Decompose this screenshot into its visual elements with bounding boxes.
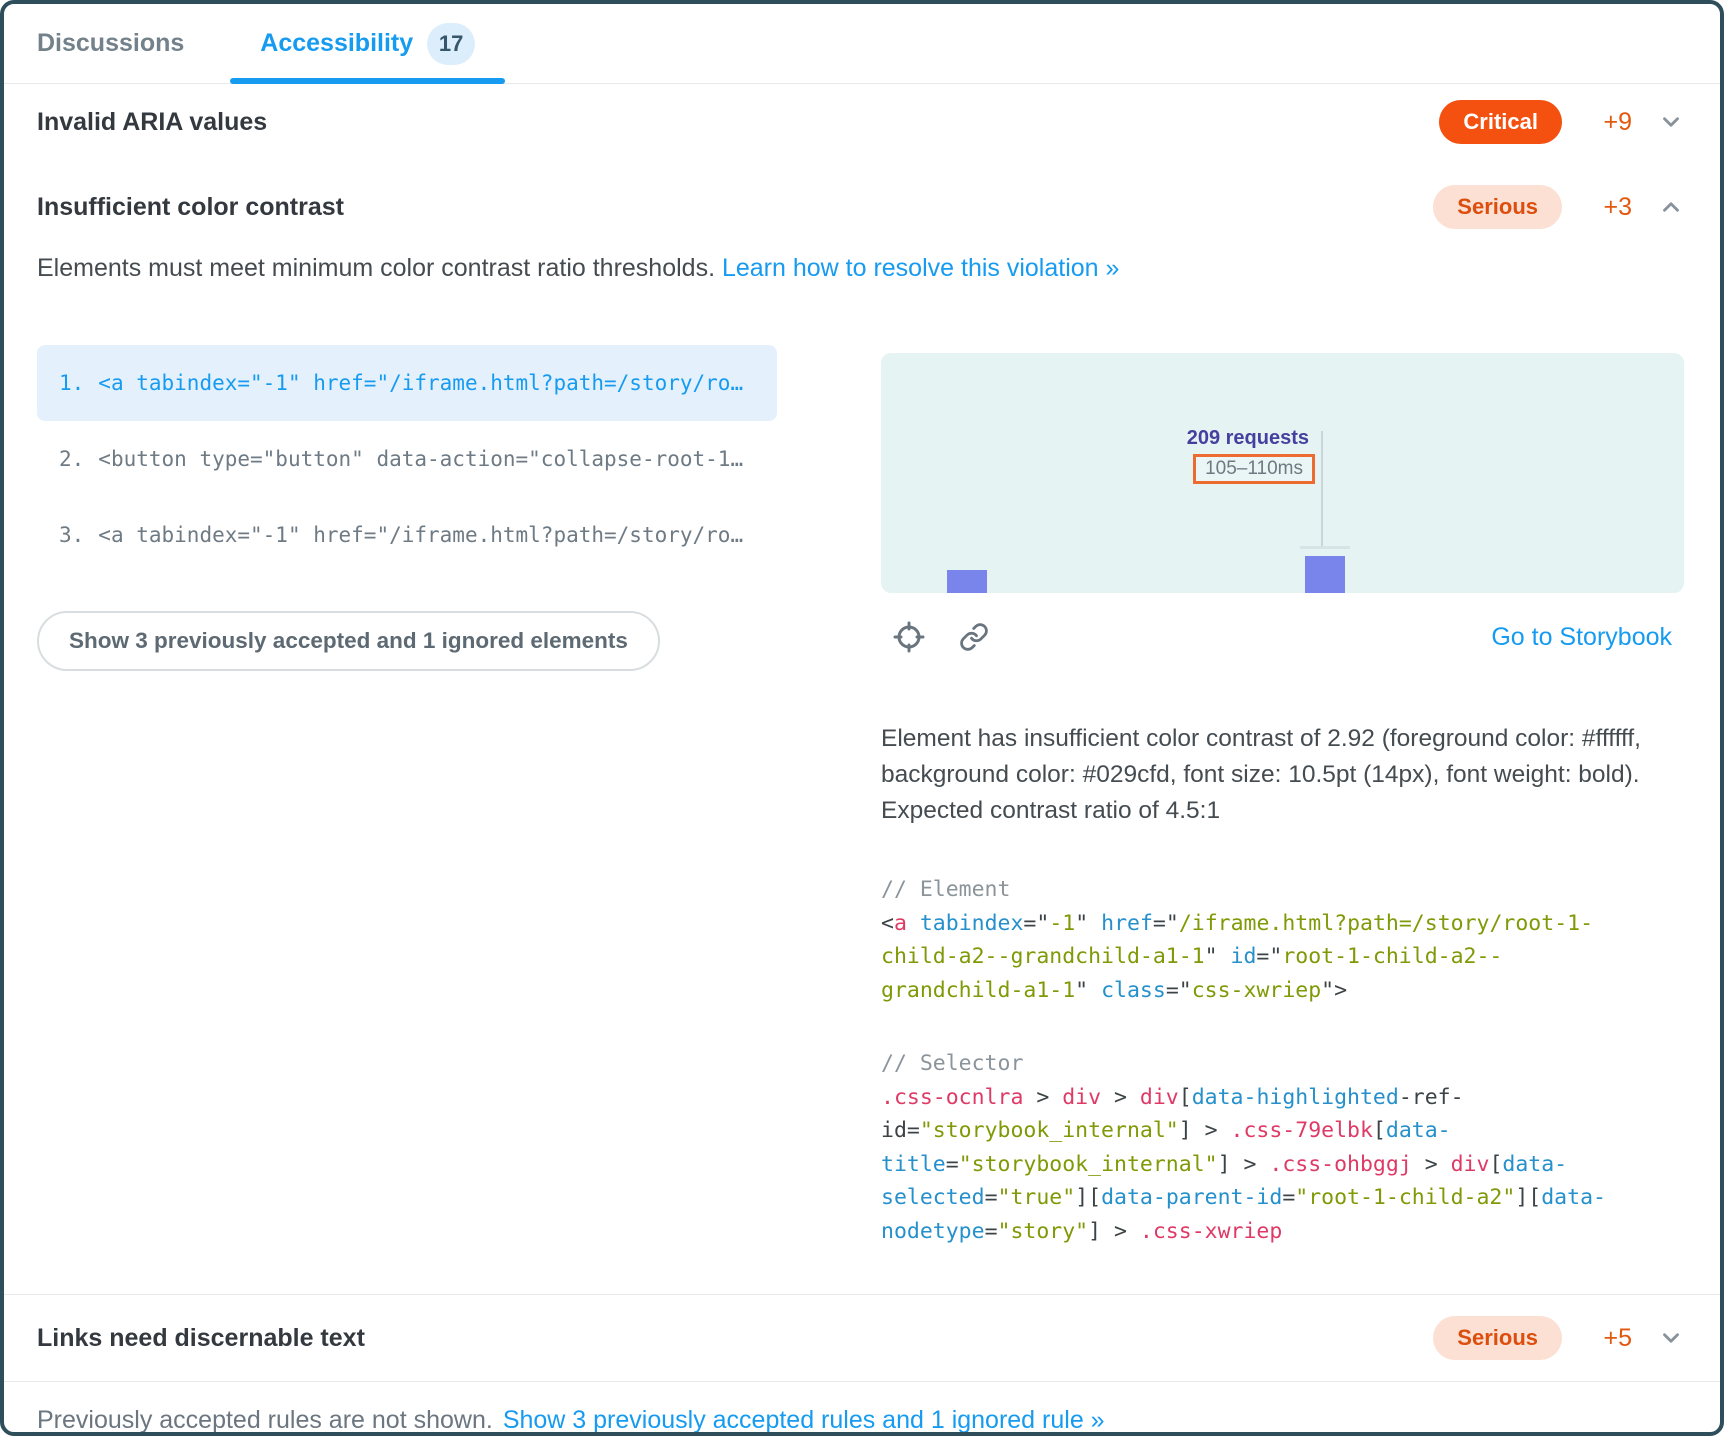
- rule-title: Links need discernable text: [37, 1324, 365, 1353]
- violation-element-item-3[interactable]: 3. <a tabindex="-1" href="/iframe.html?p…: [37, 497, 777, 573]
- severity-badge-serious: Serious: [1433, 185, 1562, 229]
- element-code: <a tabindex="-1" href="/iframe.html?path…: [881, 907, 1631, 1008]
- extra-count: +5: [1588, 1324, 1632, 1353]
- show-accepted-ignored-button[interactable]: Show 3 previously accepted and 1 ignored…: [37, 611, 660, 671]
- preview-tooltip: 209 requests 105–110ms: [881, 427, 1315, 484]
- preview-tooltip-title: 209 requests: [1187, 427, 1309, 450]
- rule-title: Invalid ARIA values: [37, 108, 267, 137]
- element-code-snippet: <a tabindex="-1" href="/iframe.html?path…: [98, 523, 755, 547]
- violation-element-item-1[interactable]: 1. <a tabindex="-1" href="/iframe.html?p…: [37, 345, 777, 421]
- chevron-down-icon[interactable]: [1658, 1325, 1684, 1351]
- rule-row-invalid-aria[interactable]: Invalid ARIA values Critical +9: [4, 84, 1720, 160]
- footer-text: Previously accepted rules are not shown.: [37, 1406, 493, 1435]
- tab-bar: Discussions Accessibility 17: [4, 4, 1720, 84]
- severity-badge-critical: Critical: [1439, 100, 1562, 144]
- code-comment: // Element: [881, 873, 1631, 907]
- link-icon[interactable]: [959, 622, 989, 652]
- preview-hover-line: [1300, 546, 1350, 549]
- chevron-up-icon[interactable]: [1658, 194, 1684, 220]
- rule-section-color-contrast: Insufficient color contrast Serious +3 E…: [4, 160, 1720, 1294]
- element-number: 1.: [59, 371, 84, 395]
- preview-tooltip-value: 105–110ms: [1193, 454, 1315, 484]
- preview-actions: Go to Storybook: [881, 621, 1684, 653]
- element-code-block: // Element <a tabindex="-1" href="/ifram…: [881, 873, 1631, 1007]
- extra-count: +3: [1588, 193, 1632, 222]
- extra-count: +9: [1588, 108, 1632, 137]
- rule-row-controls: Serious +5: [1433, 1316, 1684, 1360]
- story-preview: 209 requests 105–110ms: [881, 353, 1684, 593]
- element-number: 2.: [59, 447, 84, 471]
- rule-content: 1. <a tabindex="-1" href="/iframe.html?p…: [37, 345, 1684, 1248]
- code-comment: // Selector: [881, 1047, 1631, 1081]
- element-code-snippet: <a tabindex="-1" href="/iframe.html?path…: [98, 371, 755, 395]
- rule-description: Elements must meet minimum color contras…: [37, 254, 1684, 283]
- accessibility-count-badge: 17: [427, 23, 475, 65]
- resolve-violation-link[interactable]: Learn how to resolve this violation »: [722, 254, 1119, 282]
- preview-bar: [1305, 556, 1345, 593]
- chevron-down-icon[interactable]: [1658, 109, 1684, 135]
- severity-badge-serious: Serious: [1433, 1316, 1562, 1360]
- rule-row-discernable-text[interactable]: Links need discernable text Serious +5: [4, 1294, 1720, 1381]
- element-code-snippet: <button type="button" data-action="colla…: [98, 447, 755, 471]
- rule-row-controls: Serious +3: [1433, 185, 1684, 229]
- preview-marker-line: [1321, 431, 1323, 546]
- violation-detail-text: Element has insufficient color contrast …: [881, 721, 1684, 829]
- selector-code-block: // Selector .css-ocnlra > div > div[data…: [881, 1047, 1631, 1248]
- element-number: 3.: [59, 523, 84, 547]
- rule-row-controls: Critical +9: [1439, 100, 1684, 144]
- rule-header[interactable]: Insufficient color contrast Serious +3: [37, 160, 1684, 229]
- violation-element-item-2[interactable]: 2. <button type="button" data-action="co…: [37, 421, 777, 497]
- preview-bar: [947, 570, 987, 593]
- tab-discussions-label: Discussions: [37, 29, 184, 58]
- show-accepted-rules-link[interactable]: Show 3 previously accepted rules and 1 i…: [503, 1406, 1105, 1435]
- tab-discussions[interactable]: Discussions: [37, 4, 200, 83]
- crosshair-icon[interactable]: [893, 621, 925, 653]
- footer: Previously accepted rules are not shown.…: [4, 1381, 1720, 1436]
- rule-title: Insufficient color contrast: [37, 193, 344, 222]
- tab-accessibility-label: Accessibility: [260, 29, 413, 58]
- violation-detail-pane: 209 requests 105–110ms: [881, 345, 1684, 1248]
- selector-code: .css-ocnlra > div > div[data-highlighted…: [881, 1081, 1631, 1249]
- go-to-storybook-link[interactable]: Go to Storybook: [1491, 623, 1672, 652]
- tab-accessibility[interactable]: Accessibility 17: [230, 4, 505, 83]
- accessibility-panel: Discussions Accessibility 17 Invalid ARI…: [0, 0, 1724, 1436]
- violation-elements-list: 1. <a tabindex="-1" href="/iframe.html?p…: [37, 345, 777, 1248]
- rule-description-text: Elements must meet minimum color contras…: [37, 254, 715, 282]
